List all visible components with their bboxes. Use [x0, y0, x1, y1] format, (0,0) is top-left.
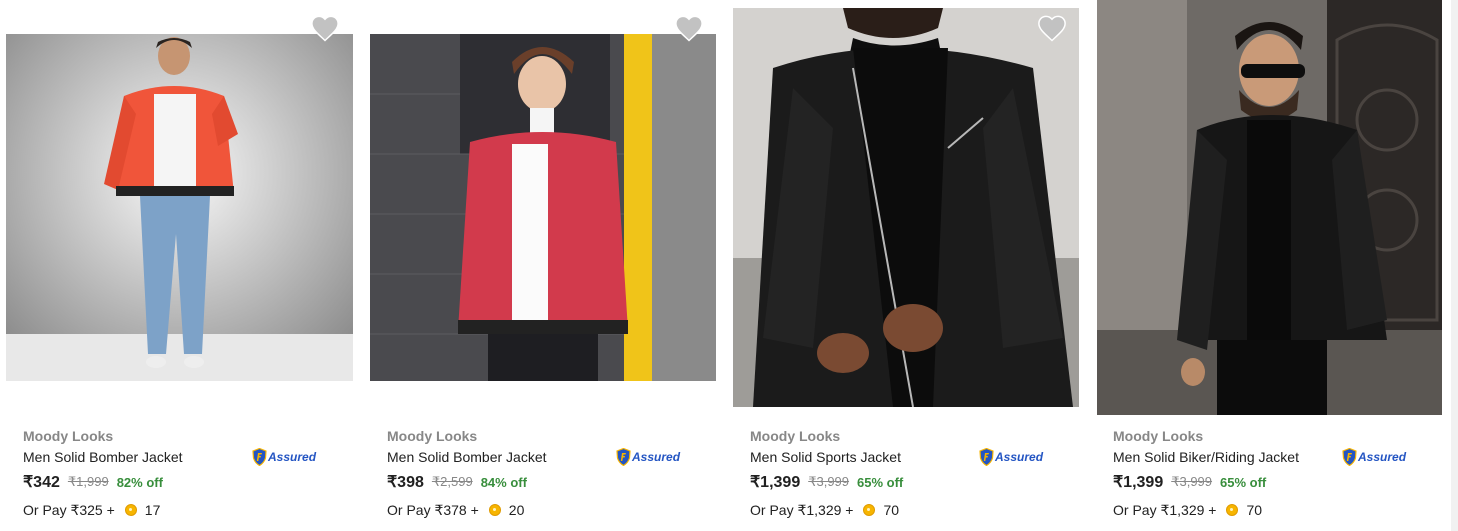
- product-mrp: ₹3,999: [1171, 474, 1213, 489]
- product-mrp: ₹1,999: [67, 474, 109, 489]
- product-info: Moody Looks Men Solid Bomber Jacket Assu…: [387, 426, 707, 524]
- product-image[interactable]: [370, 34, 716, 381]
- assured-shield-icon: [1342, 448, 1357, 466]
- product-price: ₹1,399: [1113, 474, 1164, 491]
- assured-shield-icon: [616, 448, 631, 466]
- wishlist-heart-icon[interactable]: [310, 14, 340, 42]
- product-info: Moody Looks Men Solid Bomber Jacket Assu…: [23, 426, 343, 524]
- product-discount: 84% off: [480, 474, 527, 490]
- product-grid: Moody Looks Men Solid Bomber Jacket Assu…: [0, 0, 1450, 531]
- assured-label: Assured: [268, 450, 317, 464]
- pay-with-coins-text: Or Pay ₹378 +: [387, 501, 479, 518]
- assured-badge: Assured: [252, 448, 316, 466]
- product-info: Moody Looks Men Solid Biker/Riding Jacke…: [1113, 426, 1433, 524]
- product-mrp: ₹3,999: [808, 474, 850, 489]
- product-image-area[interactable]: [0, 0, 363, 420]
- product-discount: 65% off: [857, 474, 904, 490]
- product-mrp: ₹2,599: [431, 474, 473, 489]
- coins-count: 70: [883, 502, 900, 518]
- assured-label: Assured: [1358, 450, 1407, 464]
- product-discount: 82% off: [116, 474, 163, 490]
- product-info: Moody Looks Men Solid Sports Jacket Assu…: [750, 426, 1070, 524]
- product-brand: Moody Looks: [1113, 428, 1204, 444]
- assured-label: Assured: [995, 450, 1044, 464]
- assured-badge: Assured: [979, 448, 1043, 466]
- assured-shield-icon: [252, 448, 267, 466]
- product-image[interactable]: [6, 34, 353, 381]
- product-brand: Moody Looks: [23, 428, 114, 444]
- coins-count: 70: [1246, 502, 1263, 518]
- supercoin-icon: [863, 504, 876, 516]
- wishlist-heart-icon[interactable]: [674, 14, 704, 42]
- product-brand: Moody Looks: [750, 428, 841, 444]
- product-price: ₹342: [23, 474, 60, 491]
- assured-shield-icon: [979, 448, 994, 466]
- supercoin-icon: [1226, 504, 1239, 516]
- product-discount: 65% off: [1220, 474, 1267, 490]
- product-price: ₹398: [387, 474, 424, 491]
- product-brand: Moody Looks: [387, 428, 478, 444]
- product-card[interactable]: Moody Looks Men Solid Bomber Jacket Assu…: [0, 0, 363, 531]
- assured-badge: Assured: [616, 448, 680, 466]
- pay-with-coins-text: Or Pay ₹1,329 +: [1113, 501, 1217, 518]
- product-image-area[interactable]: [364, 0, 727, 420]
- product-card[interactable]: Moody Looks Men Solid Biker/Riding Jacke…: [1090, 0, 1453, 531]
- product-image-area[interactable]: [1090, 0, 1453, 420]
- product-card[interactable]: Moody Looks Men Solid Sports Jacket Assu…: [727, 0, 1090, 531]
- supercoin-icon: [488, 504, 501, 516]
- coins-count: 17: [144, 502, 161, 518]
- assured-label: Assured: [632, 450, 681, 464]
- assured-badge: Assured: [1342, 448, 1406, 466]
- wishlist-heart-icon[interactable]: [1037, 14, 1067, 42]
- pay-with-coins-text: Or Pay ₹1,329 +: [750, 501, 854, 518]
- supercoin-icon: [124, 504, 137, 516]
- page-scrollbar[interactable]: [1451, 0, 1458, 531]
- product-price: ₹1,399: [750, 474, 801, 491]
- product-image[interactable]: [733, 8, 1079, 407]
- product-card[interactable]: Moody Looks Men Solid Bomber Jacket Assu…: [364, 0, 727, 531]
- product-image-area[interactable]: [727, 0, 1090, 420]
- coins-count: 20: [508, 502, 525, 518]
- pay-with-coins-text: Or Pay ₹325 +: [23, 501, 115, 518]
- product-image[interactable]: [1097, 0, 1442, 415]
